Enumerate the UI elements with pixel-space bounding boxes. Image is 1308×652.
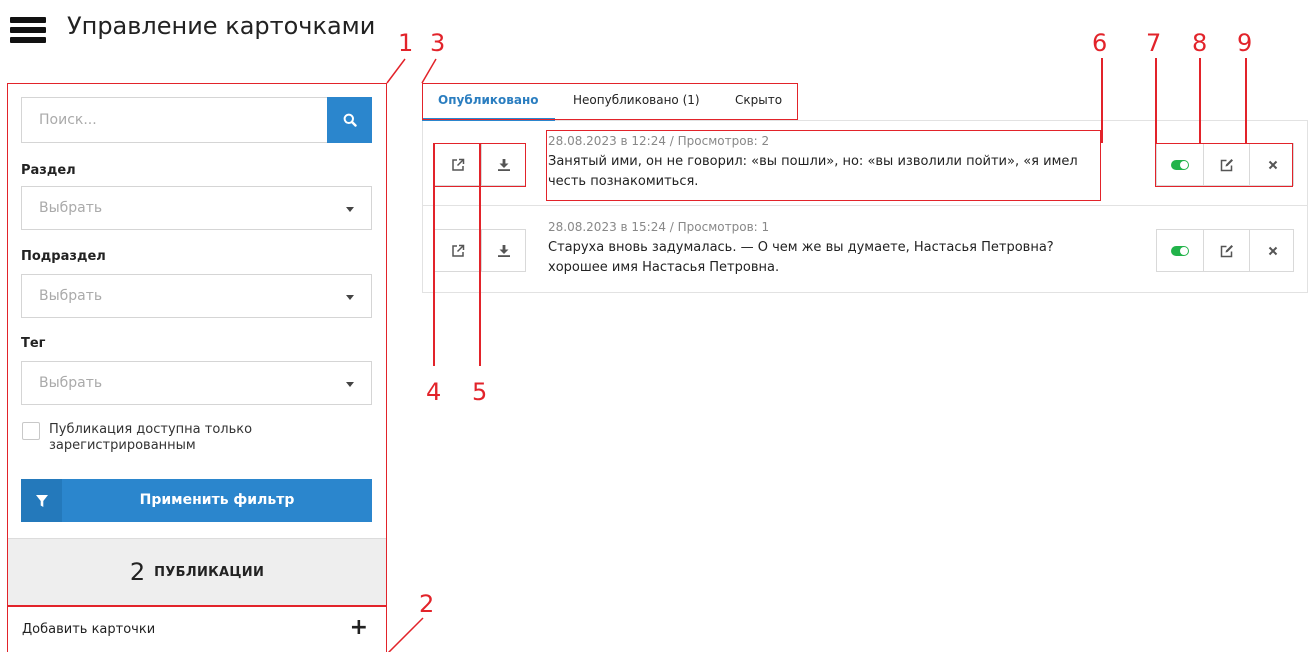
annotation-box-7-9 [1155, 143, 1293, 187]
annotation-line-7 [1155, 58, 1157, 144]
hamburger-icon[interactable] [10, 17, 46, 43]
annotation-line-4 [433, 143, 435, 366]
annotation-number-6: 6 [1092, 29, 1108, 57]
list-item: 28.08.2023 в 15:24 / Просмотров: 1 Стару… [423, 207, 1307, 292]
edit-icon [1220, 244, 1233, 257]
toggle-icon [1171, 245, 1189, 256]
open-card-button[interactable] [435, 230, 480, 271]
publication-text: Старуха вновь задумалась. — О чем же вы … [548, 240, 1054, 275]
close-icon [1268, 246, 1277, 255]
annotation-line-9 [1245, 58, 1247, 144]
annotation-box-2 [7, 606, 387, 652]
publication-meta: 28.08.2023 в 15:24 / Просмотров: 1 [548, 220, 770, 234]
annotation-line-5 [479, 143, 481, 366]
annotation-number-2: 2 [419, 590, 435, 618]
publish-toggle[interactable] [1157, 230, 1203, 271]
annotation-box-3 [422, 83, 798, 120]
download-card-button[interactable] [481, 230, 526, 271]
annotation-number-1: 1 [398, 29, 414, 57]
annotation-number-5: 5 [472, 378, 488, 406]
external-link-icon [451, 244, 464, 257]
annotation-number-7: 7 [1146, 29, 1162, 57]
annotation-number-9: 9 [1237, 29, 1253, 57]
publication-action-group [1156, 229, 1294, 272]
annotation-number-8: 8 [1192, 29, 1208, 57]
annotation-line-8 [1199, 58, 1201, 144]
page-title: Управление карточками [67, 12, 376, 40]
annotation-number-4: 4 [426, 378, 442, 406]
delete-button[interactable] [1249, 230, 1295, 271]
annotation-box-1 [7, 83, 387, 606]
edit-button[interactable] [1203, 230, 1249, 271]
download-icon [498, 244, 510, 257]
annotation-line-6 [1101, 58, 1103, 143]
annotation-box-6 [546, 130, 1101, 201]
annotation-number-3: 3 [430, 29, 446, 57]
